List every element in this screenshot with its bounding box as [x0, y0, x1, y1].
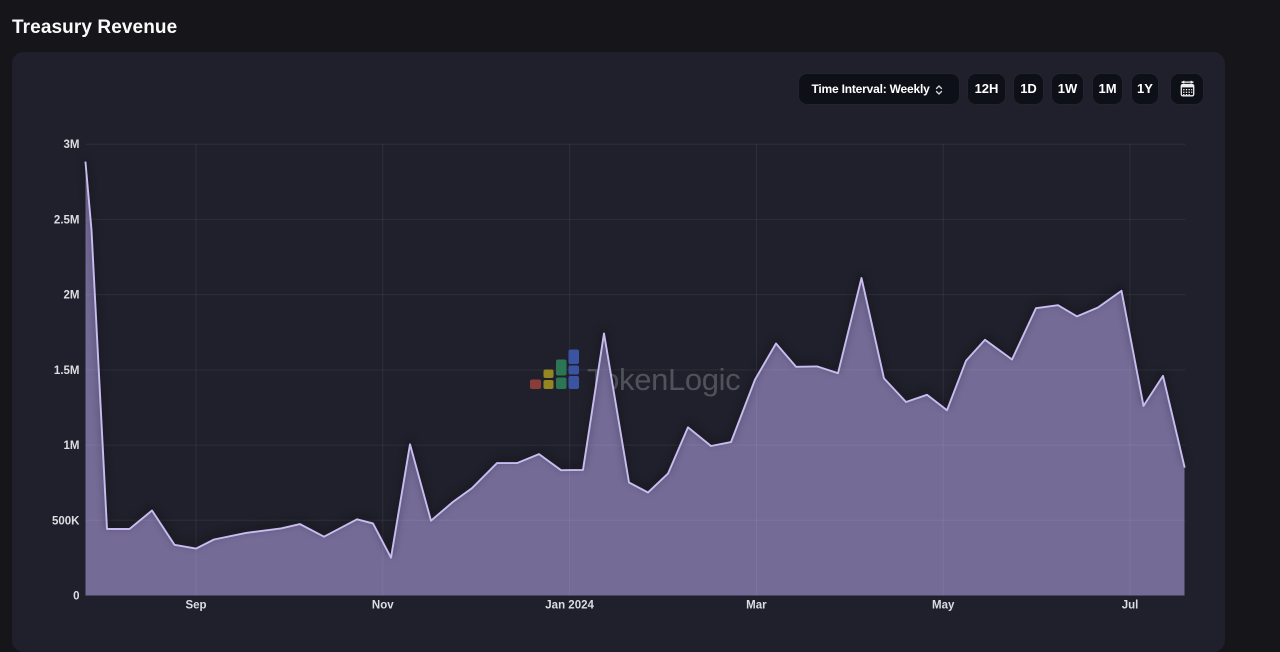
- svg-text:2M: 2M: [64, 290, 80, 302]
- svg-text:1.5M: 1.5M: [54, 365, 80, 377]
- svg-text:1M: 1M: [64, 440, 80, 452]
- svg-text:0: 0: [73, 591, 79, 603]
- svg-text:2.5M: 2.5M: [54, 214, 80, 226]
- svg-text:Jul: Jul: [1122, 600, 1139, 612]
- svg-text:Nov: Nov: [372, 600, 394, 612]
- svg-text:Mar: Mar: [746, 600, 767, 612]
- svg-text:500K: 500K: [52, 515, 80, 527]
- svg-text:Jan 2024: Jan 2024: [545, 600, 594, 612]
- svg-text:3M: 3M: [64, 139, 80, 151]
- svg-text:Sep: Sep: [185, 600, 206, 612]
- svg-text:May: May: [932, 600, 955, 612]
